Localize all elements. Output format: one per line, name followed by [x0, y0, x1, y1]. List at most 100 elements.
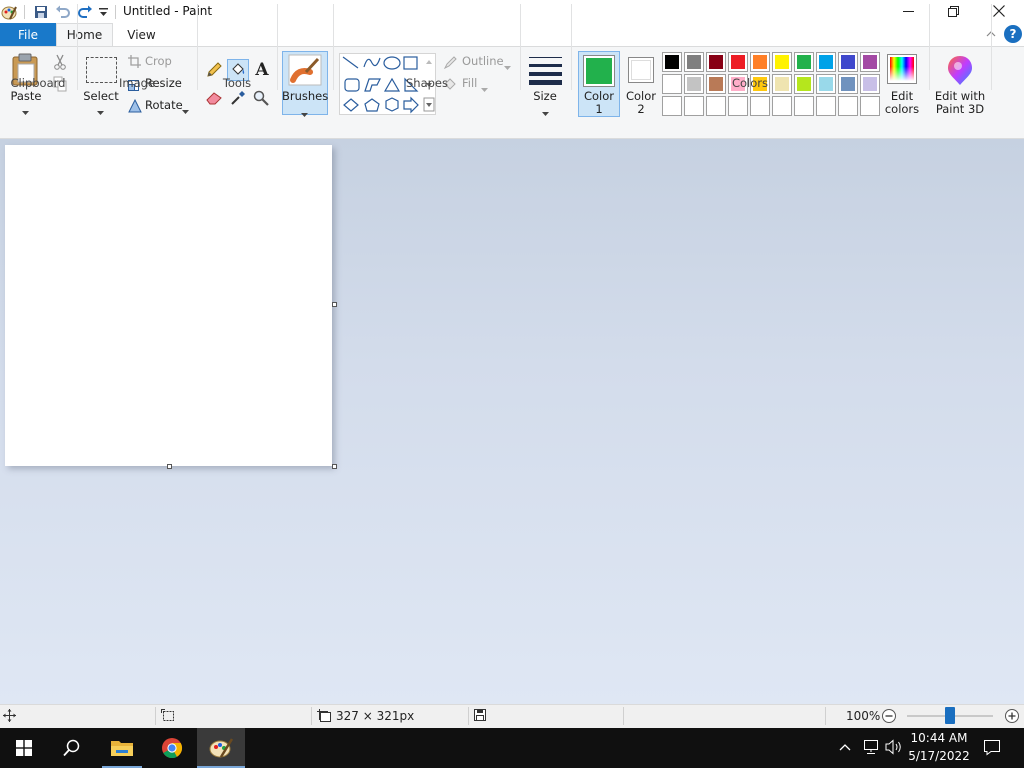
crop-icon[interactable] — [128, 55, 142, 69]
resize-handle-corner[interactable] — [332, 464, 337, 469]
minimize-icon — [902, 10, 914, 12]
palette-color-swatch[interactable] — [750, 52, 770, 72]
select-dropdown-icon[interactable] — [97, 104, 105, 115]
custom-color-slot[interactable] — [838, 96, 858, 116]
zoom-in-button[interactable] — [1004, 708, 1020, 724]
search-icon — [63, 739, 80, 757]
notification-icon — [984, 740, 1000, 756]
paint-taskbar-button[interactable] — [197, 728, 245, 768]
crop-button[interactable]: Crop — [145, 55, 172, 68]
eraser-icon[interactable] — [204, 88, 224, 108]
palette-color-swatch[interactable] — [706, 52, 726, 72]
file-explorer-taskbar-button[interactable] — [98, 728, 146, 768]
custom-color-slot[interactable] — [706, 96, 726, 116]
network-icon[interactable] — [862, 739, 880, 755]
redo-icon[interactable] — [76, 3, 94, 21]
clock-date[interactable]: 5/17/2022 — [906, 749, 972, 763]
size-dropdown-icon[interactable] — [542, 105, 549, 116]
title-divider — [115, 5, 116, 19]
custom-color-slot[interactable] — [750, 96, 770, 116]
outline-icon[interactable] — [443, 55, 458, 70]
paste-button[interactable]: Paste — [6, 90, 46, 103]
file-size-icon — [474, 709, 488, 723]
paint-palette-icon — [209, 738, 234, 758]
paste-dropdown-icon[interactable] — [22, 104, 30, 115]
palette-color-swatch[interactable] — [662, 52, 682, 72]
paint3d-icon[interactable] — [944, 53, 976, 87]
group-divider — [991, 4, 992, 90]
tab-file[interactable]: File — [0, 23, 56, 46]
palette-color-swatch[interactable] — [684, 52, 704, 72]
chrome-taskbar-button[interactable] — [148, 728, 196, 768]
rotate-dropdown-icon[interactable] — [182, 103, 189, 114]
volume-icon[interactable] — [885, 739, 903, 755]
canvas-size-icon — [317, 709, 331, 723]
zoom-out-button[interactable] — [881, 708, 897, 724]
close-icon — [993, 5, 1005, 17]
clock-time[interactable]: 10:44 AM — [906, 731, 972, 745]
group-divider — [520, 4, 521, 90]
search-button[interactable] — [48, 728, 96, 768]
paint-app-icon[interactable] — [0, 3, 18, 21]
palette-color-swatch[interactable] — [860, 52, 880, 72]
cut-icon[interactable] — [50, 52, 70, 72]
resize-handle-right[interactable] — [332, 302, 337, 307]
zoom-slider-thumb[interactable] — [945, 707, 955, 724]
palette-color-swatch[interactable] — [794, 52, 814, 72]
custom-color-slot[interactable] — [728, 96, 748, 116]
outline-button[interactable]: Outline — [462, 55, 504, 68]
outline-dropdown-icon[interactable] — [504, 59, 511, 70]
drawing-canvas[interactable] — [5, 145, 332, 466]
tab-view[interactable]: View — [113, 23, 170, 46]
customize-quick-access-icon[interactable] — [97, 3, 109, 21]
custom-color-slot[interactable] — [794, 96, 814, 116]
custom-color-slot[interactable] — [684, 96, 704, 116]
rotate-button[interactable]: Rotate — [145, 99, 183, 112]
status-divider — [468, 707, 469, 725]
color-picker-icon[interactable] — [228, 88, 248, 108]
custom-color-slot[interactable] — [662, 96, 682, 116]
tab-home[interactable]: Home — [56, 23, 113, 46]
clipboard-group-label: Clipboard — [10, 76, 66, 90]
restore-button[interactable] — [930, 0, 976, 22]
brushes-label: Brushes — [282, 89, 329, 103]
action-center-button[interactable] — [983, 739, 1001, 757]
status-divider — [825, 707, 826, 725]
brush-icon — [288, 54, 322, 86]
custom-color-slot[interactable] — [772, 96, 792, 116]
status-divider — [623, 707, 624, 725]
custom-color-slot[interactable] — [860, 96, 880, 116]
palette-color-swatch[interactable] — [728, 52, 748, 72]
select-button[interactable]: Select — [80, 90, 122, 103]
save-icon[interactable] — [32, 3, 50, 21]
group-divider — [277, 4, 278, 90]
undo-icon[interactable] — [54, 3, 72, 21]
title-divider — [24, 5, 25, 19]
group-divider — [929, 4, 930, 90]
start-button[interactable] — [0, 728, 48, 768]
zoom-in-icon — [1005, 709, 1019, 723]
show-hidden-icons-button[interactable] — [839, 740, 853, 754]
status-divider — [155, 707, 156, 725]
edit-colors-label-2[interactable]: colors — [882, 103, 922, 116]
custom-color-slot[interactable] — [816, 96, 836, 116]
minimize-button[interactable] — [885, 0, 931, 22]
status-divider — [311, 707, 312, 725]
resize-handle-bottom[interactable] — [167, 464, 172, 469]
palette-color-swatch[interactable] — [838, 52, 858, 72]
folder-icon — [111, 741, 133, 756]
paint3d-label-2[interactable]: Paint 3D — [932, 103, 988, 116]
colors-group-label: Colors — [731, 76, 769, 90]
close-button[interactable] — [976, 0, 1022, 22]
canvas-size-text: 327 × 321px — [336, 709, 415, 723]
magnifier-icon[interactable] — [251, 88, 271, 108]
size-button[interactable]: Size — [526, 90, 564, 103]
color2-number[interactable]: 2 — [620, 103, 662, 116]
size-icon[interactable] — [529, 55, 562, 85]
palette-color-swatch[interactable] — [816, 52, 836, 72]
zoom-out-icon — [882, 709, 896, 723]
rotate-icon[interactable] — [128, 98, 142, 113]
help-icon[interactable]: ? — [1004, 25, 1022, 43]
palette-color-swatch[interactable] — [772, 52, 792, 72]
brushes-dropdown-icon[interactable] — [301, 106, 308, 117]
